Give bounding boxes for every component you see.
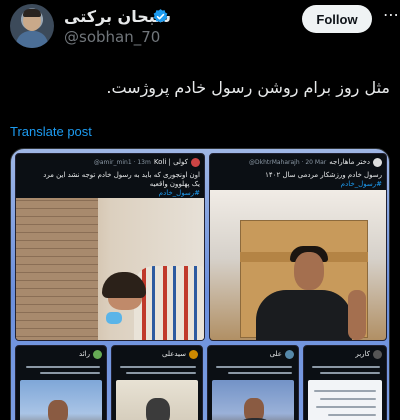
card-photo bbox=[210, 190, 386, 340]
verified-badge-icon bbox=[153, 9, 168, 23]
sketch-face bbox=[146, 398, 170, 420]
tweet-media[interactable]: @amir_min1 · 13m Koli | كولى اون اونجوری… bbox=[10, 148, 390, 420]
card-text: رسول خادم ورزشکار مردمی سال ۱۴۰۲ bbox=[265, 171, 382, 179]
text-line bbox=[320, 372, 380, 374]
arm bbox=[348, 290, 366, 340]
card-name: دختر ماهاراجه bbox=[329, 158, 370, 166]
card-text-body: رسول خادم ورزشکار مردمی سال ۱۴۰۲ bbox=[265, 171, 382, 179]
card-name: رائد bbox=[79, 350, 90, 358]
quoted-screenshot-card: سیدعلی bbox=[111, 345, 203, 420]
tweet-text: مثل روز برام روشن رسول خادم پروژست. bbox=[106, 78, 390, 97]
text-line bbox=[40, 372, 100, 374]
face bbox=[48, 400, 68, 420]
text-line bbox=[316, 406, 376, 408]
card-photo bbox=[116, 380, 198, 420]
text-line bbox=[216, 366, 292, 368]
card-header: علی bbox=[208, 346, 298, 362]
translate-post-link[interactable]: Translate post bbox=[10, 124, 92, 139]
text-line bbox=[26, 366, 100, 368]
card-photo bbox=[212, 380, 294, 420]
avatar-hair bbox=[23, 9, 41, 17]
card-avatar bbox=[189, 349, 198, 359]
avatar[interactable] bbox=[10, 4, 54, 48]
user-handle[interactable]: @sobhan_70 bbox=[64, 28, 160, 46]
card-header: @amir_min1 · 13m Koli | كولى bbox=[16, 154, 204, 170]
card-name: کاربر bbox=[355, 350, 370, 358]
card-avatar bbox=[373, 349, 382, 359]
striped-shirt bbox=[134, 266, 204, 340]
follow-button[interactable]: Follow bbox=[302, 5, 372, 33]
quoted-screenshot-card: کاربر bbox=[303, 345, 387, 420]
text-line bbox=[126, 372, 196, 374]
quoted-screenshot-card: علی bbox=[207, 345, 299, 420]
text-line bbox=[228, 372, 292, 374]
card-header: @DkhtrMaharajh · 20 Mar دختر ماهاراجه bbox=[210, 154, 386, 170]
card-header: سیدعلی bbox=[112, 346, 202, 362]
quoted-screenshot-card: @DkhtrMaharajh · 20 Mar دختر ماهاراجه رس… bbox=[209, 153, 387, 341]
text-line bbox=[120, 366, 196, 368]
card-avatar bbox=[191, 157, 200, 167]
tweet-header: سبحان برکتی @sobhan_70 Follow ⋯ bbox=[0, 0, 400, 56]
card-photo bbox=[20, 380, 102, 420]
card-name: Koli | كولى bbox=[153, 158, 188, 166]
card-avatar bbox=[285, 349, 294, 359]
text-line bbox=[312, 366, 380, 368]
card-hashtag: #رسول_خادم bbox=[158, 189, 200, 197]
card-text-line2: یک پهلوون واقعیه bbox=[149, 180, 200, 188]
glove bbox=[106, 312, 122, 324]
card-avatar bbox=[373, 157, 382, 167]
face bbox=[244, 398, 264, 420]
quoted-screenshot-card: رائد bbox=[15, 345, 107, 420]
text-line bbox=[328, 414, 376, 416]
face bbox=[294, 252, 324, 290]
avatar-shirt bbox=[16, 31, 48, 48]
card-handle: @amir_min1 · 13m bbox=[93, 158, 151, 166]
card-text: اون اونجوری که باید به رسول خادم توجه نش… bbox=[43, 171, 200, 179]
brick-wall bbox=[16, 198, 98, 340]
card-avatar bbox=[93, 349, 102, 359]
card-name: سیدعلی bbox=[162, 350, 186, 358]
quoted-screenshot-card: @amir_min1 · 13m Koli | كولى اون اونجوری… bbox=[15, 153, 205, 341]
card-header: کاربر bbox=[304, 346, 386, 362]
text-line bbox=[320, 398, 376, 400]
card-name: علی bbox=[269, 350, 282, 358]
more-icon[interactable]: ⋯ bbox=[383, 7, 399, 23]
embedded-post bbox=[308, 380, 382, 420]
card-handle: @DkhtrMaharajh · 20 Mar bbox=[248, 158, 327, 166]
man-torso bbox=[256, 290, 352, 340]
text-line bbox=[314, 390, 376, 392]
card-hashtag: #رسول_خادم bbox=[340, 180, 382, 188]
card-header: رائد bbox=[16, 346, 106, 362]
